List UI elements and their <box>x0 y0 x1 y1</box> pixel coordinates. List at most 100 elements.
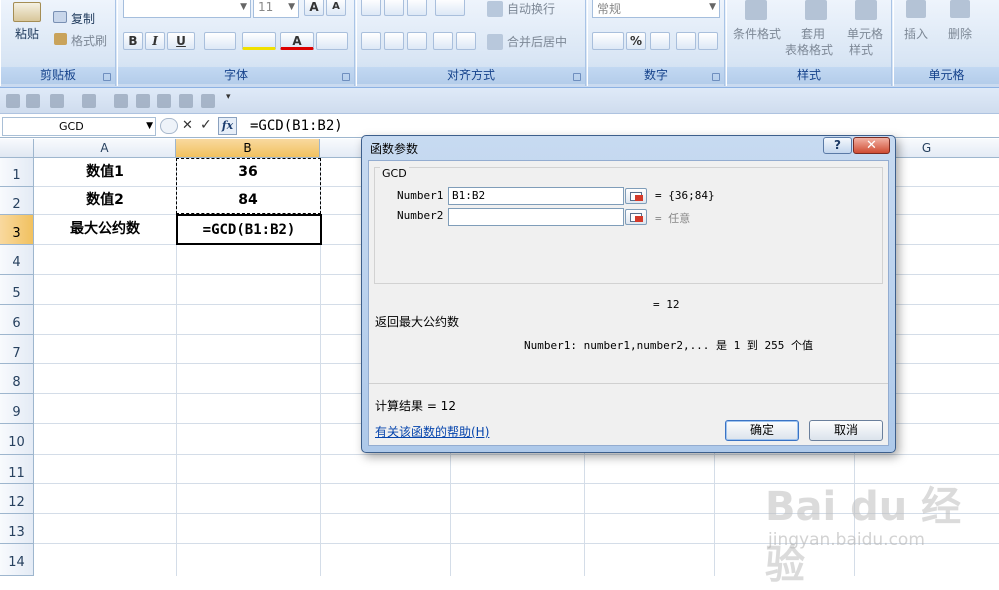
quick-access-toolbar: ▾ <box>0 88 999 114</box>
ribbon: 粘贴 复制 格式刷 剪贴板 ▼ 11 ▼ A A B I U A 字体 自动换行 <box>0 0 999 88</box>
row-header-12[interactable]: 12 <box>0 484 34 514</box>
borders-icon[interactable] <box>201 94 215 108</box>
font-size-select[interactable]: 11 ▼ <box>253 0 299 18</box>
merge-center-button[interactable]: 合并后居中 <box>507 33 567 50</box>
paste-button[interactable]: 粘贴 <box>15 25 39 42</box>
percent-button[interactable]: % <box>626 32 646 50</box>
name-box[interactable]: GCD ▼ <box>2 117 156 136</box>
row-header-8[interactable]: 8 <box>0 364 34 394</box>
cancel-button[interactable]: 取消 <box>809 420 883 441</box>
align-right-button[interactable] <box>407 32 427 50</box>
align-center-button[interactable] <box>384 32 404 50</box>
formula-expand-icon[interactable] <box>160 118 178 134</box>
row-header-1[interactable]: 1 <box>0 158 34 187</box>
paste-icon[interactable] <box>13 2 41 22</box>
table-format-line1[interactable]: 套用 <box>801 25 825 42</box>
font-size-value: 11 <box>258 0 274 14</box>
format-painter-button[interactable]: 格式刷 <box>71 32 107 49</box>
align-left-button[interactable] <box>361 32 381 50</box>
comma-button[interactable] <box>650 32 670 50</box>
chevron-down-icon[interactable]: ▼ <box>146 118 153 135</box>
row-header-5[interactable]: 5 <box>0 275 34 305</box>
column-header-a[interactable]: A <box>34 139 176 158</box>
font-launcher-icon[interactable] <box>342 73 350 81</box>
orientation-button[interactable] <box>435 0 465 16</box>
align-middle-button[interactable] <box>384 0 404 16</box>
collapse-dialog-button-number2[interactable] <box>625 209 647 225</box>
copy-button[interactable]: 复制 <box>71 10 95 27</box>
formula-result-preview: = 12 <box>653 298 680 311</box>
underline-button[interactable]: U <box>167 32 195 50</box>
row-header-9[interactable]: 9 <box>0 394 34 424</box>
grow-font-button[interactable]: A <box>304 0 324 16</box>
delete-button[interactable]: 删除 <box>948 25 972 42</box>
insert-button[interactable]: 插入 <box>904 25 928 42</box>
row-header-13[interactable]: 13 <box>0 514 34 544</box>
font-color-button[interactable]: A <box>280 32 314 50</box>
bold-button[interactable]: B <box>123 32 143 50</box>
cell-a3[interactable]: 最大公约数 <box>34 214 176 244</box>
new-icon[interactable] <box>26 94 40 108</box>
zoom-icon[interactable] <box>179 94 193 108</box>
clipboard-launcher-icon[interactable] <box>103 73 111 81</box>
function-help-link[interactable]: 有关该函数的帮助(H) <box>375 423 489 440</box>
undo-icon[interactable] <box>50 94 64 108</box>
row-header-14[interactable]: 14 <box>0 544 34 576</box>
dialog-close-button[interactable]: ✕ <box>853 137 890 154</box>
collapse-dialog-button-number1[interactable] <box>625 188 647 204</box>
row-header-4[interactable]: 4 <box>0 245 34 275</box>
border-button[interactable] <box>204 32 236 50</box>
row-header-2[interactable]: 2 <box>0 187 34 215</box>
arg-input-number1[interactable]: B1:B2 <box>448 187 624 205</box>
formula-input[interactable]: =GCD(B1:B2) <box>250 117 343 136</box>
align-top-button[interactable] <box>361 0 381 16</box>
wrap-text-button[interactable]: 自动换行 <box>507 0 555 17</box>
format-painter-icon <box>54 33 67 45</box>
shrink-font-button[interactable]: A <box>326 0 346 16</box>
dialog-help-button[interactable]: ? <box>823 137 852 154</box>
cell-b3-active[interactable]: =GCD(B1:B2) <box>176 214 322 245</box>
ok-button[interactable]: 确定 <box>725 420 799 441</box>
cell-style-line2[interactable]: 样式 <box>849 41 873 58</box>
row-header-6[interactable]: 6 <box>0 305 34 335</box>
conditional-format-button[interactable]: 条件格式 <box>733 25 781 42</box>
enter-formula-icon[interactable]: ✓ <box>200 117 212 133</box>
dialog-separator <box>369 383 888 384</box>
cell-style-line1[interactable]: 单元格 <box>847 25 883 42</box>
alignment-launcher-icon[interactable] <box>573 73 581 81</box>
increase-indent-button[interactable] <box>456 32 476 50</box>
select-all-corner[interactable] <box>0 139 34 158</box>
fill-color-button[interactable] <box>242 32 276 50</box>
increase-decimal-button[interactable] <box>676 32 696 50</box>
sort-icon[interactable] <box>114 94 128 108</box>
table-format-line2[interactable]: 表格格式 <box>785 41 833 58</box>
column-header-b[interactable]: B <box>176 139 320 158</box>
decrease-indent-button[interactable] <box>433 32 453 50</box>
insert-function-icon[interactable]: fx <box>218 117 237 135</box>
number-launcher-icon[interactable] <box>712 73 720 81</box>
row-header-3[interactable]: 3 <box>0 215 34 245</box>
accounting-button[interactable] <box>592 32 624 50</box>
arg-input-number2[interactable] <box>448 208 624 226</box>
cell-a1[interactable]: 数值1 <box>34 158 176 186</box>
cell-a2[interactable]: 数值2 <box>34 186 176 214</box>
customize-qat-icon[interactable]: ▾ <box>226 92 234 106</box>
row-header-10[interactable]: 10 <box>0 424 34 455</box>
font-name-select[interactable]: ▼ <box>123 0 251 18</box>
redo-icon[interactable] <box>82 94 96 108</box>
table-format-icon <box>805 0 827 20</box>
spelling-icon[interactable] <box>157 94 171 108</box>
save-icon[interactable] <box>6 94 20 108</box>
cancel-formula-icon[interactable]: ✕ <box>182 118 193 133</box>
print-preview-icon[interactable] <box>136 94 150 108</box>
calc-result-text: 计算结果 = 12 <box>375 399 456 413</box>
decrease-decimal-button[interactable] <box>698 32 718 50</box>
align-bottom-button[interactable] <box>407 0 427 16</box>
phonetic-button[interactable] <box>316 32 348 50</box>
formula-buttons: ✕ ✓ fx <box>160 117 238 136</box>
row-header-7[interactable]: 7 <box>0 335 34 364</box>
number-format-select[interactable]: 常规 ▼ <box>592 0 720 18</box>
italic-button[interactable]: I <box>145 32 165 50</box>
styles-group-label: 样式 <box>727 67 891 84</box>
row-header-11[interactable]: 11 <box>0 455 34 484</box>
